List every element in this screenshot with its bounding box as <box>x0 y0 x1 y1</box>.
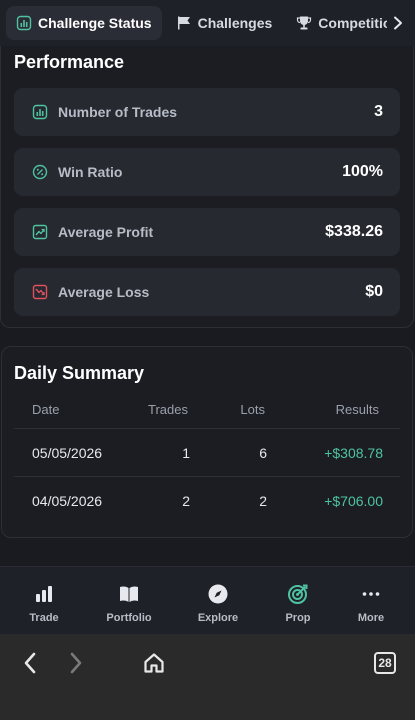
cell-trades: 1 <box>182 445 190 461</box>
nav-item-portfolio[interactable]: Portfolio <box>89 567 169 635</box>
table-header: Date Trades Lots Results <box>0 402 415 420</box>
cell-lots: 2 <box>259 493 267 509</box>
column-header-lots: Lots <box>240 402 265 417</box>
bar-chart-icon <box>16 15 32 31</box>
top-tab-bar: Challenge Status Challenges Competitions <box>0 0 415 46</box>
tab-switcher-button[interactable]: 28 <box>370 648 400 678</box>
percent-icon <box>32 164 48 180</box>
cell-date: 05/05/2026 <box>32 445 103 461</box>
book-icon <box>118 583 140 605</box>
home-icon <box>144 653 164 673</box>
cell-lots: 6 <box>259 445 267 461</box>
trophy-icon <box>296 15 312 31</box>
stat-value: $338.26 <box>325 223 383 240</box>
compass-icon <box>207 583 229 605</box>
stat-label: Average Loss <box>58 284 150 300</box>
performance-title: Performance <box>14 52 125 72</box>
tab-label: Challenge Status <box>38 15 152 31</box>
stat-value: 100% <box>342 163 383 180</box>
tabs-scroll-right-button[interactable] <box>387 12 409 34</box>
trend-up-icon <box>32 224 48 240</box>
nav-label: Prop <box>285 612 311 624</box>
back-arrow-icon <box>24 652 36 674</box>
tab-label: Challenges <box>197 15 273 31</box>
nav-item-more[interactable]: More <box>331 567 411 635</box>
nav-item-explore[interactable]: Explore <box>178 567 258 635</box>
trend-down-icon <box>32 284 48 300</box>
column-header-results: Results <box>335 402 379 417</box>
stat-label: Average Profit <box>58 224 154 240</box>
stat-value: $0 <box>365 283 383 300</box>
chevron-right-icon <box>394 16 402 30</box>
stat-average-loss: Average Loss $0 <box>14 268 400 316</box>
nav-item-prop[interactable]: Prop <box>258 567 338 635</box>
bottom-navigation: Trade Portfolio Explore Prop More <box>0 566 415 634</box>
stat-win-ratio: Win Ratio 100% <box>14 148 400 196</box>
nav-item-trade[interactable]: Trade <box>4 567 84 635</box>
tab-challenges[interactable]: Challenges <box>166 6 283 40</box>
forward-button[interactable] <box>61 648 91 678</box>
column-header-trades: Trades <box>148 402 188 417</box>
stat-label: Win Ratio <box>58 164 123 180</box>
cell-result: +$706.00 <box>324 493 383 509</box>
tab-count: 28 <box>374 652 396 674</box>
back-button[interactable] <box>15 648 45 678</box>
cell-trades: 2 <box>182 493 190 509</box>
flag-icon <box>176 15 192 31</box>
nav-label: Trade <box>29 612 59 624</box>
cell-date: 04/05/2026 <box>32 493 103 509</box>
browser-toolbar: 28 <box>0 634 415 720</box>
target-icon <box>287 583 309 605</box>
column-header-date: Date <box>32 402 60 417</box>
stat-label: Number of Trades <box>58 104 178 120</box>
cell-result: +$308.78 <box>324 445 383 461</box>
bar-chart-icon <box>32 104 48 120</box>
nav-label: More <box>357 612 385 624</box>
daily-summary-title: Daily Summary <box>14 363 145 383</box>
forward-arrow-icon <box>70 652 82 674</box>
tab-challenge-status[interactable]: Challenge Status <box>6 6 162 40</box>
bar-chart-icon <box>33 583 55 605</box>
more-icon <box>360 583 382 605</box>
nav-label: Portfolio <box>106 612 152 624</box>
table-row[interactable]: 05/05/2026 1 6 +$308.78 <box>14 428 400 476</box>
stat-number-of-trades: Number of Trades 3 <box>14 88 400 136</box>
home-button[interactable] <box>139 648 169 678</box>
table-row[interactable]: 04/05/2026 2 2 +$706.00 <box>14 476 400 524</box>
stat-value: 3 <box>374 103 383 120</box>
stat-average-profit: Average Profit $338.26 <box>14 208 400 256</box>
nav-label: Explore <box>197 612 239 624</box>
